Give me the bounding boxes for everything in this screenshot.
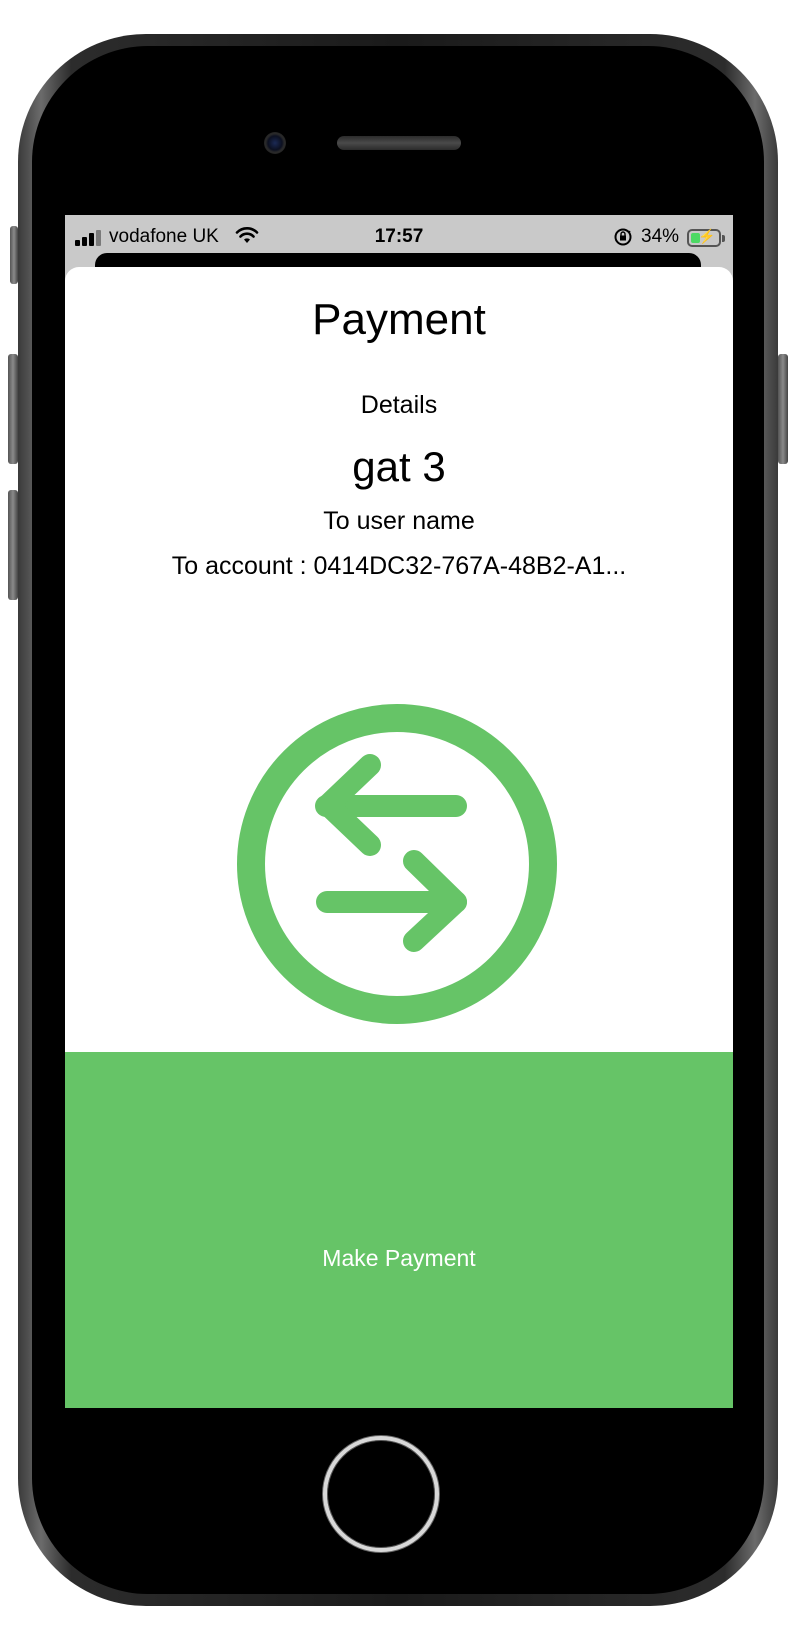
battery-charging-icon: ⚡ [687, 228, 721, 247]
recipient-name: gat 3 [352, 443, 446, 490]
battery-cap [722, 235, 725, 242]
page-title: Payment [312, 295, 486, 344]
to-account-label: To account : 0414DC32-767A-48B2-A1... [171, 552, 627, 580]
transfer-arrows-icon [237, 704, 557, 1024]
volume-up-button [8, 354, 18, 464]
front-camera [264, 132, 286, 154]
make-payment-button[interactable]: Make Payment [65, 1052, 733, 1408]
earpiece-speaker [337, 136, 461, 150]
right-arrow-icon [316, 850, 467, 952]
left-arrow-icon [315, 754, 467, 856]
screen: vodafone UK 17:57 34% ⚡ Payment Details … [65, 215, 733, 1408]
payment-sheet: Payment Details gat 3 To user name To ac… [65, 267, 733, 1408]
make-payment-label: Make Payment [322, 1245, 476, 1271]
battery-percentage: 34% [641, 226, 680, 247]
rotation-lock-icon [614, 228, 632, 246]
details-label: Details [360, 391, 438, 419]
to-user-label: To user name [323, 507, 475, 535]
charging-bolt-icon: ⚡ [698, 228, 716, 244]
home-button[interactable] [323, 1436, 439, 1552]
volume-down-button [8, 490, 18, 600]
power-button [778, 354, 788, 464]
transfer-circle [237, 704, 557, 1024]
ringer-switch [10, 226, 18, 284]
